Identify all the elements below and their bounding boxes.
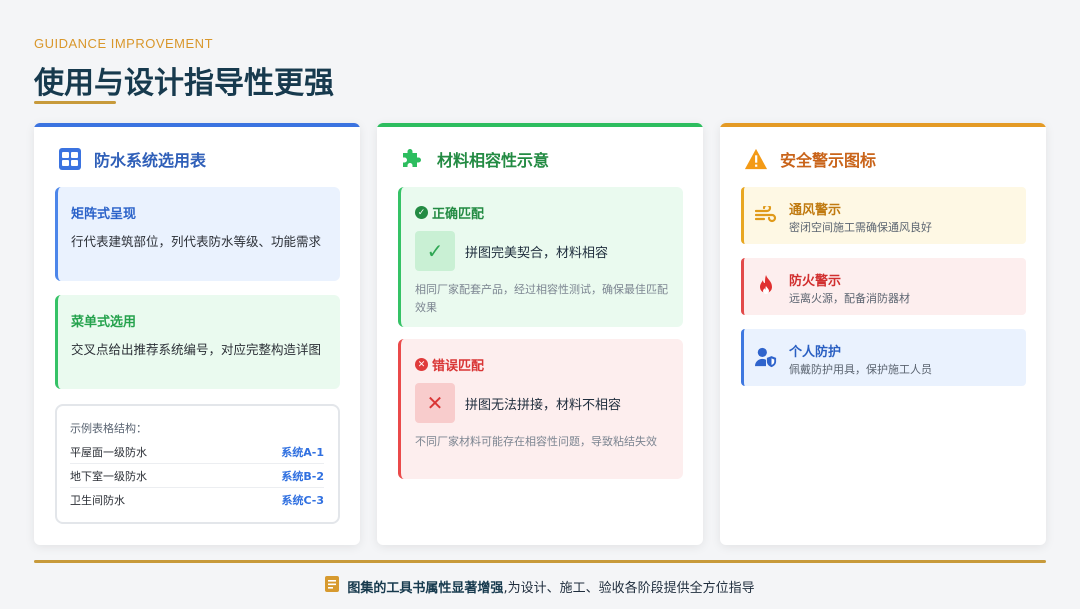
cross-icon: ✕ xyxy=(415,383,455,423)
protection-warning: 个人防护 佩戴防护用具，保护施工人员 xyxy=(741,329,1026,386)
card-material-compat: 材料相容性示意 ✓ 正确匹配 ✓ 拼图完美契合，材料相容 相同厂家配套产品，经过… xyxy=(377,123,703,545)
correct-match-header: ✓ 正确匹配 xyxy=(415,203,484,222)
footer-text: ,为设计、施工、验收各阶段提供全方位指导 xyxy=(503,580,755,596)
warning-title: 通风警示 xyxy=(789,203,842,218)
correct-match-title: 正确匹配 xyxy=(432,207,485,222)
title-underline xyxy=(34,101,116,104)
fire-warning: 防火警示 远离火源，配备消防器材 xyxy=(741,258,1026,315)
warning-title: 个人防护 xyxy=(789,345,842,360)
row-name: 地下室一级防水 xyxy=(70,469,147,483)
correct-match-label: 拼图完美契合，材料相容 xyxy=(465,246,609,261)
matrix-desc: 行代表建筑部位，列代表防水等级、功能需求 xyxy=(71,234,322,249)
wrong-match-box: ✕ 错误匹配 ✕ 拼图无法拼接，材料不相容 不同厂家材料可能存在相容性问题，导致… xyxy=(398,339,683,479)
row-name: 卫生间防水 xyxy=(70,494,125,507)
card-header: 材料相容性示意 xyxy=(401,147,549,171)
wrong-match-header: ✕ 错误匹配 xyxy=(415,355,484,374)
puzzle-icon xyxy=(401,147,425,171)
book-icon xyxy=(325,576,340,596)
warning-title: 防火警示 xyxy=(789,274,842,289)
row-code: 系统C-3 xyxy=(281,494,324,507)
x-circle-icon: ✕ xyxy=(415,358,428,371)
correct-match-desc: 相同厂家配套产品，经过相容性测试，确保最佳匹配效果 xyxy=(415,283,668,314)
row-code: 系统B-2 xyxy=(281,469,324,483)
wrong-match-label: 拼图无法拼接，材料不相容 xyxy=(465,398,622,413)
row-name: 平屋面一级防水 xyxy=(70,445,147,459)
table-row: 卫生间防水 系统C-3 xyxy=(70,488,324,512)
card-title: 安全警示图标 xyxy=(780,151,877,170)
correct-match-box: ✓ 正确匹配 ✓ 拼图完美契合，材料相容 相同厂家配套产品，经过相容性测试，确保… xyxy=(398,187,683,327)
card-header: 防水系统选用表 xyxy=(58,147,206,171)
card-header: 安全警示图标 xyxy=(744,147,876,171)
matrix-title: 矩阵式呈现 xyxy=(71,207,137,222)
menu-desc: 交叉点给出推荐系统编号，对应完整构造详图 xyxy=(71,342,322,357)
menu-title: 菜单式选用 xyxy=(71,315,137,330)
check-circle-icon: ✓ xyxy=(415,206,428,219)
footer: 图集的工具书属性显著增强,为设计、施工、验收各阶段提供全方位指导 xyxy=(0,576,1080,596)
fire-icon xyxy=(755,275,777,297)
card-safety-icons: 安全警示图标 通风警示 密闭空间施工需确保通风良好 防火警示 远离火源，配备消防… xyxy=(720,123,1046,545)
table-row: 平屋面一级防水 系统A-1 xyxy=(70,440,324,464)
grid-table-icon xyxy=(58,147,82,171)
ventilation-warning: 通风警示 密闭空间施工需确保通风良好 xyxy=(741,187,1026,244)
matrix-box: 矩阵式呈现 行代表建筑部位，列代表防水等级、功能需求 xyxy=(55,187,340,281)
card-title: 材料相容性示意 xyxy=(437,151,550,170)
warning-desc: 远离火源，配备消防器材 xyxy=(789,292,910,305)
example-title: 示例表格结构： xyxy=(70,422,147,435)
user-shield-icon xyxy=(755,346,777,368)
wrong-match-desc: 不同厂家材料可能存在相容性问题，导致粘结失效 xyxy=(415,435,657,448)
footer-strong: 图集的工具书属性显著增强 xyxy=(347,580,504,596)
card-system-selection: 防水系统选用表 矩阵式呈现 行代表建筑部位，列代表防水等级、功能需求 菜单式选用… xyxy=(34,123,360,545)
row-code: 系统A-1 xyxy=(281,445,324,459)
card-accent-bar xyxy=(377,123,703,127)
table-row: 地下室一级防水 系统B-2 xyxy=(70,464,324,488)
eyebrow: GUIDANCE IMPROVEMENT xyxy=(34,36,214,51)
check-icon: ✓ xyxy=(415,231,455,271)
page-title: 使用与设计指导性更强 xyxy=(34,66,334,101)
footer-divider xyxy=(34,560,1046,563)
wind-icon xyxy=(755,204,777,226)
warning-triangle-icon xyxy=(744,147,768,171)
warning-desc: 密闭空间施工需确保通风良好 xyxy=(789,221,932,234)
menu-box: 菜单式选用 交叉点给出推荐系统编号，对应完整构造详图 xyxy=(55,295,340,389)
card-accent-bar xyxy=(34,123,360,127)
card-accent-bar xyxy=(720,123,1046,127)
warning-desc: 佩戴防护用具，保护施工人员 xyxy=(789,363,932,376)
wrong-match-title: 错误匹配 xyxy=(432,359,485,374)
card-title: 防水系统选用表 xyxy=(94,151,207,170)
example-table: 示例表格结构： 平屋面一级防水 系统A-1 地下室一级防水 系统B-2 卫生间防… xyxy=(55,404,340,524)
